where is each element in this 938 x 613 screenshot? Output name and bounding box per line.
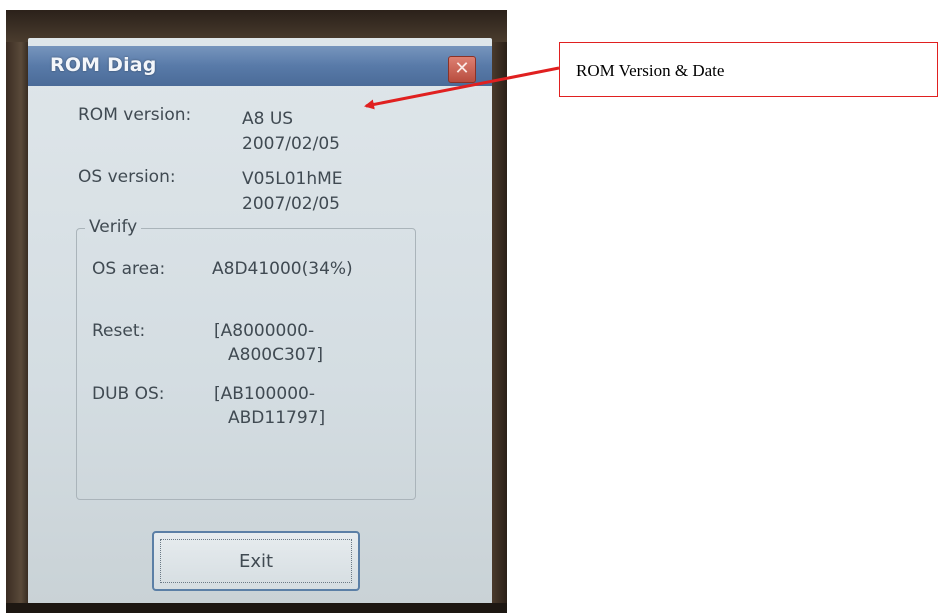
annotation-callout: ROM Version & Date (559, 42, 938, 97)
annotation-text: ROM Version & Date (576, 61, 725, 80)
